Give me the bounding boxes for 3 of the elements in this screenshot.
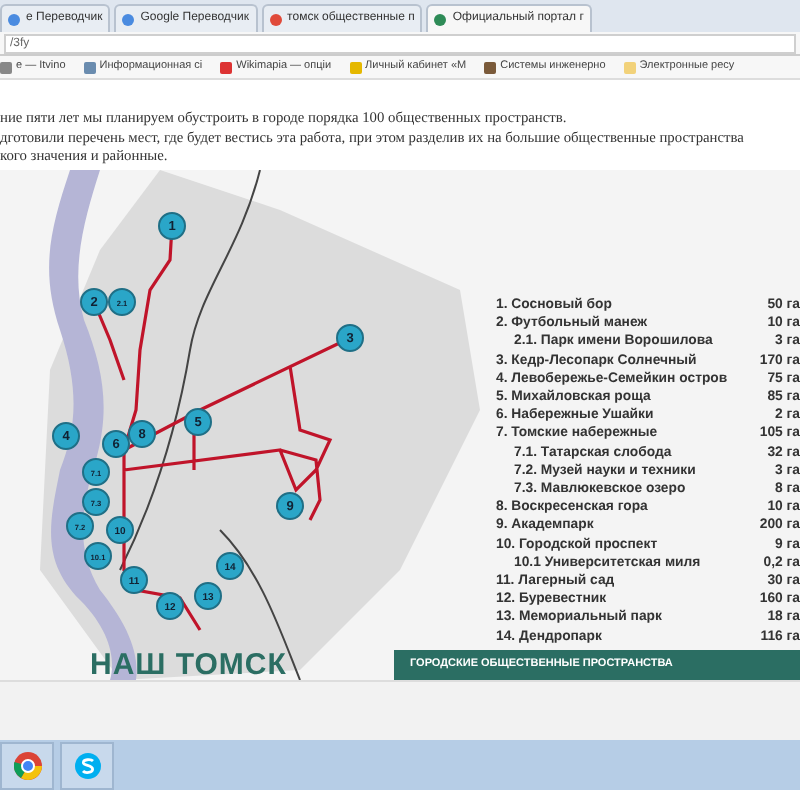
- chrome-taskbar-icon[interactable]: [0, 741, 54, 789]
- logo-title: НАШ ТОМСК: [90, 650, 287, 680]
- skype-taskbar-icon[interactable]: [60, 741, 114, 789]
